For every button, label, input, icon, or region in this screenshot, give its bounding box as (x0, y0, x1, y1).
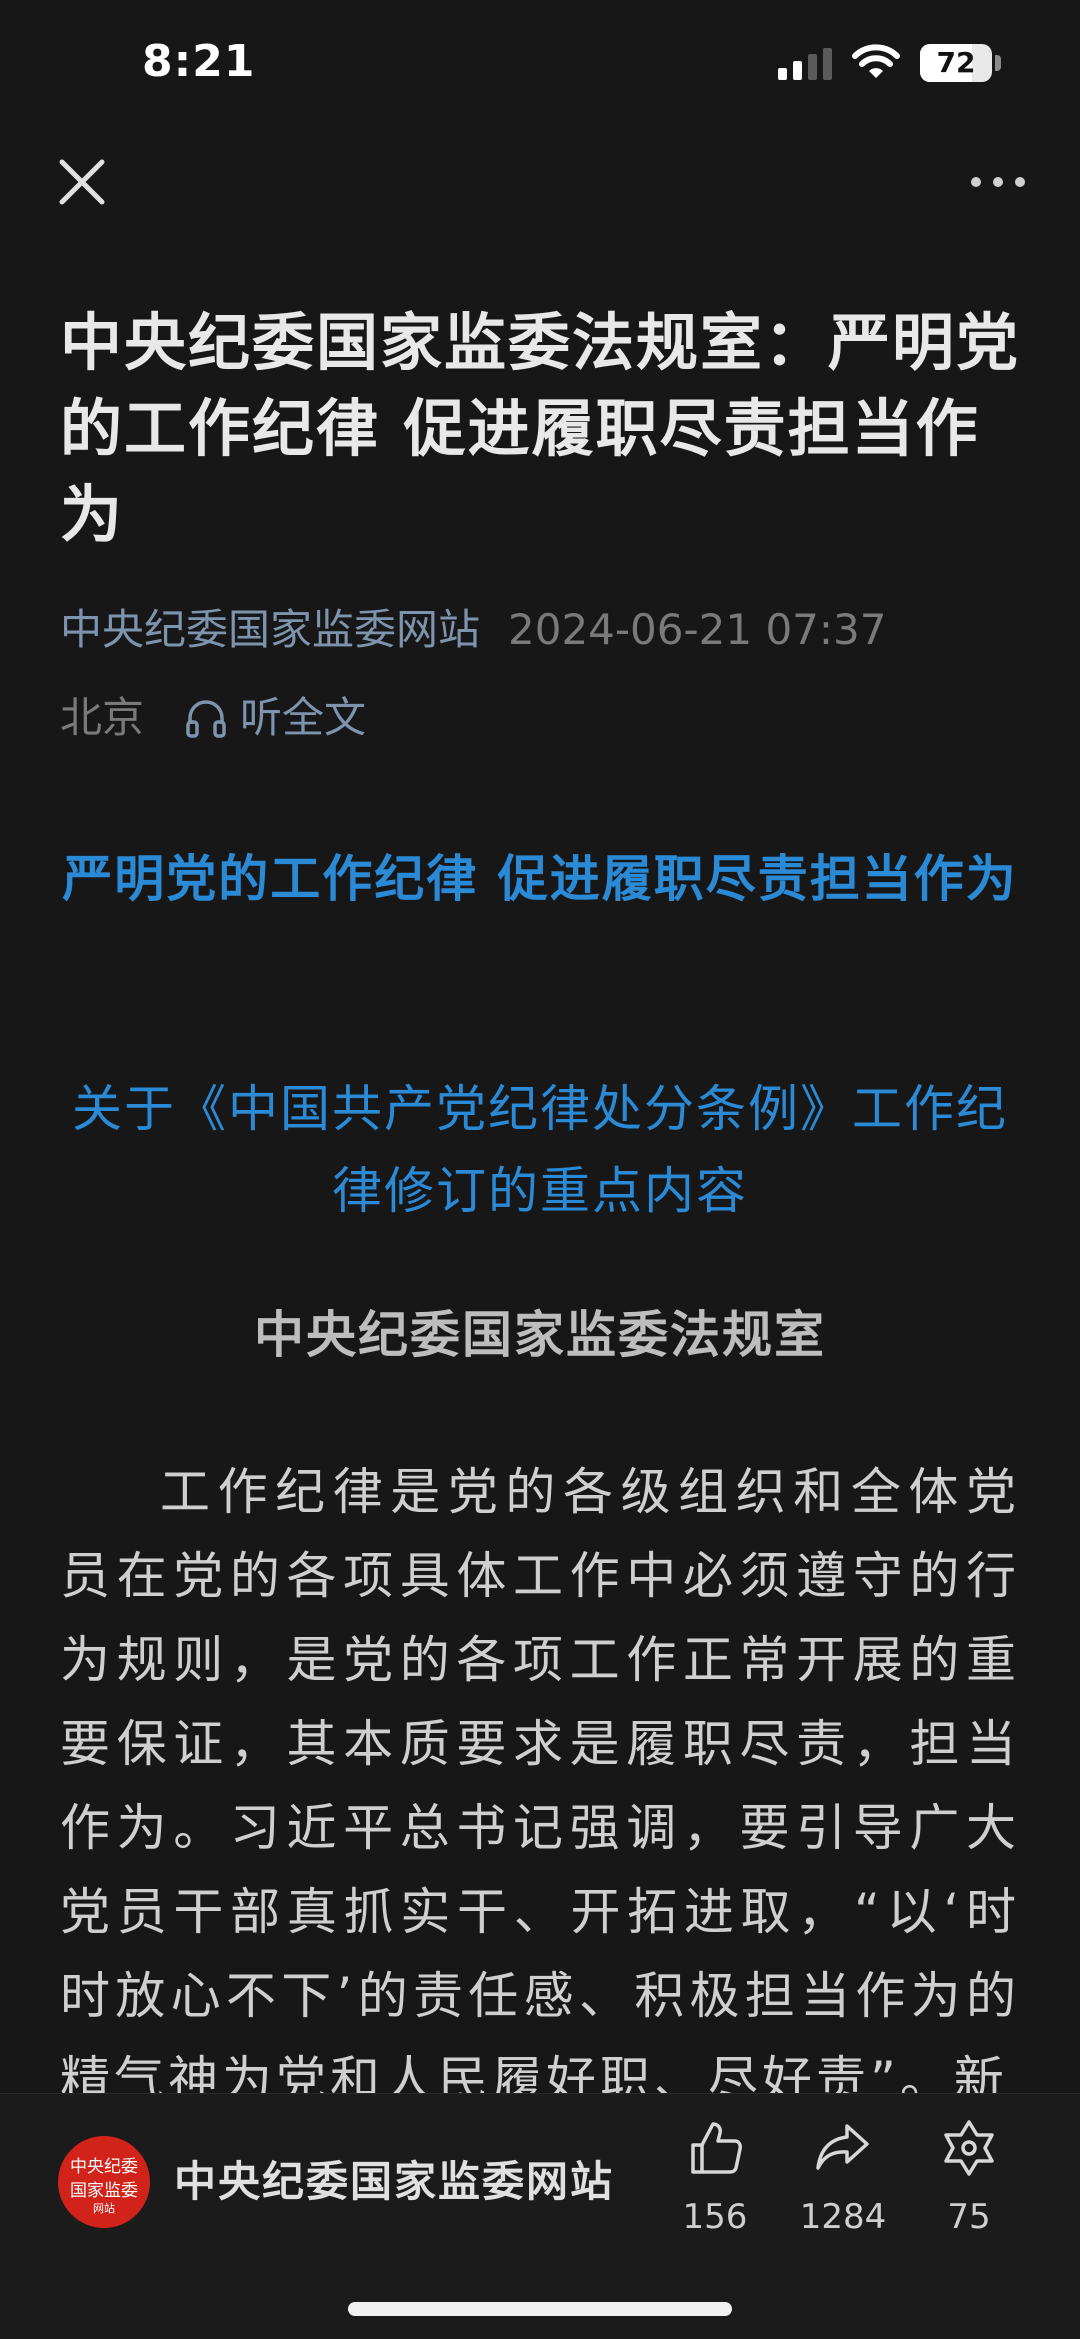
favorite-count: 75 (947, 2197, 991, 2237)
more-horizontal-icon[interactable] (966, 160, 1030, 204)
article-meta: 中央纪委国家监委网站 2024-06-21 07:37 (60, 598, 1040, 662)
share-button[interactable]: 1284 (788, 2118, 898, 2242)
share-arrow-icon (816, 2124, 869, 2170)
battery-cap (995, 55, 1001, 71)
logo-text-line3: 网站 (93, 2202, 115, 2215)
wifi-icon (852, 44, 900, 78)
like-button[interactable]: 156 (660, 2118, 770, 2242)
article-author: 中央纪委国家监委法规室 (254, 1306, 826, 1364)
article-subheadline: 关于《中国共产党纪律处分条例》工作纪律修订的重点内容 (72, 1080, 1008, 1220)
publisher-name[interactable]: 中央纪委国家监委网站 (174, 2152, 614, 2212)
article-title: 中央纪委国家监委法规室：严明党的工作纪律 促进履职尽责担当作为 (60, 306, 1021, 551)
status-time: 8:21 (142, 36, 256, 87)
article-body-paragraph: 工作纪律是党的各级组织和全体党员在党的各项具体工作中必须遵守的行为规则，是党的各… (60, 1463, 1020, 2109)
logo-text-line1: 中央纪委 (70, 2157, 138, 2177)
close-icon[interactable] (52, 152, 112, 212)
listen-label: 听全文 (240, 693, 367, 742)
article-headline: 严明党的工作纪律 促进履职尽责担当作为 (62, 850, 1018, 908)
article-source-link[interactable]: 中央纪委国家监委网站 (60, 605, 480, 654)
article-location: 北京 (60, 693, 145, 742)
share-count: 1284 (799, 2197, 887, 2237)
battery-level: 72 (936, 46, 976, 79)
listen-full-text-button[interactable]: 听全文 (184, 686, 366, 750)
publisher-logo[interactable]: 中央纪委 国家监委 网站 (58, 2136, 150, 2228)
article-page: 8:21 72 中央纪委国家监委法规室：严明党的工作纪律 促进履职尽责担当作为 … (0, 0, 1080, 2339)
thumbs-up-icon (691, 2122, 742, 2174)
headphones-icon (186, 700, 226, 738)
favorite-button[interactable]: 75 (914, 2118, 1024, 2242)
home-indicator[interactable] (348, 2302, 732, 2316)
like-count: 156 (682, 2197, 748, 2237)
cellular-signal-icon (778, 48, 832, 80)
star-badge-icon (944, 2120, 994, 2176)
article-datetime: 2024-06-21 07:37 (508, 605, 887, 654)
status-bar: 8:21 72 (0, 0, 1080, 130)
logo-text-line2: 国家监委 (70, 2181, 138, 2201)
battery-icon: 72 (920, 44, 992, 82)
article-meta-secondary: 北京 听全文 (60, 686, 366, 750)
